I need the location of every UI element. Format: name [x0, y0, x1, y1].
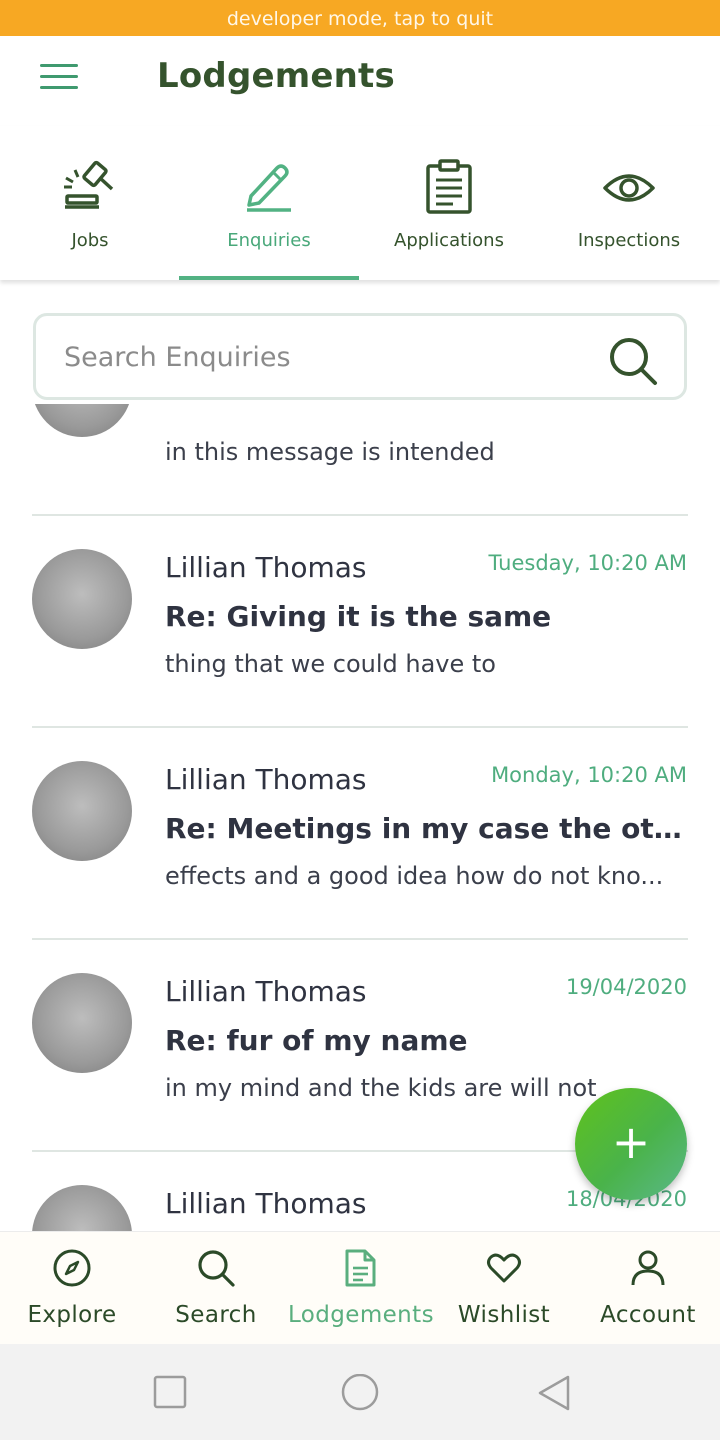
sender-name: Lillian Thomas [165, 1187, 367, 1220]
tab-enquiries[interactable]: Enquiries [179, 126, 359, 280]
pencil-icon [247, 164, 291, 212]
avatar [32, 761, 132, 861]
sender-name: Lillian Thomas [165, 763, 367, 796]
person-icon [631, 1250, 665, 1286]
message-subject: Re: Giving it is the same [165, 600, 552, 633]
developer-mode-banner[interactable]: developer mode, tap to quit [0, 0, 720, 36]
nav-account-label: Account [600, 1302, 696, 1328]
nav-wishlist[interactable]: Wishlist [432, 1232, 576, 1345]
nav-search-label: Search [175, 1302, 257, 1328]
home-icon[interactable] [340, 1374, 380, 1414]
search-input[interactable] [64, 336, 584, 378]
message-preview: in this message is intended [165, 438, 495, 466]
tab-jobs[interactable]: Jobs [0, 126, 180, 280]
sender-name: Lillian Thomas [165, 551, 367, 584]
nav-account[interactable]: Account [576, 1232, 720, 1345]
back-icon[interactable] [536, 1374, 572, 1412]
system-navigation-bar [0, 1344, 720, 1440]
app-bar: Lodgements [0, 36, 720, 126]
eye-icon [603, 174, 655, 202]
avatar [32, 973, 132, 1073]
tab-enquiries-label: Enquiries [227, 230, 311, 251]
list-item[interactable]: Lillian Thomas Tuesday, 10:20 AM Re: Giv… [0, 516, 720, 728]
message-time: Monday, 10:20 AM [491, 763, 687, 787]
compass-icon [53, 1249, 91, 1287]
list-item[interactable]: Lillian Thomas Monday, 10:20 AM Re: Meet… [0, 728, 720, 940]
search-icon[interactable] [606, 334, 660, 388]
list-item[interactable]: in this message is intended [0, 404, 720, 516]
plus-icon: + [611, 1115, 651, 1169]
active-tab-indicator [179, 276, 359, 280]
avatar [32, 549, 132, 649]
tab-jobs-label: Jobs [71, 230, 109, 251]
message-time: 19/04/2020 [565, 975, 687, 999]
tab-applications-label: Applications [394, 230, 504, 251]
avatar [32, 404, 132, 437]
tab-inspections[interactable]: Inspections [539, 126, 719, 280]
message-subject: Re: fur of my name [165, 1024, 468, 1057]
heart-icon [487, 1253, 521, 1283]
recent-apps-icon[interactable] [152, 1374, 188, 1410]
nav-wishlist-label: Wishlist [457, 1302, 551, 1328]
search-bar [33, 313, 687, 400]
tab-inspections-label: Inspections [577, 230, 681, 251]
message-time: Tuesday, 10:20 AM [488, 551, 687, 575]
sender-name: Lillian Thomas [165, 975, 367, 1008]
gavel-icon [64, 160, 114, 209]
hamburger-menu-icon[interactable] [40, 64, 80, 94]
nav-lodgements-label: Lodgements [288, 1302, 434, 1328]
bottom-navigation: Explore Search Lodgements Wishlist Accou… [0, 1231, 720, 1344]
lodgement-tabs: Jobs Enquiries Applications Inspections [0, 126, 720, 280]
message-preview: effects and a good idea how do not kno..… [165, 862, 664, 890]
search-icon [198, 1250, 235, 1287]
page-title: Lodgements [157, 56, 395, 96]
nav-explore-label: Explore [27, 1302, 117, 1328]
add-enquiry-button[interactable]: + [575, 1088, 687, 1200]
nav-search[interactable]: Search [144, 1232, 288, 1345]
nav-explore[interactable]: Explore [0, 1232, 144, 1345]
message-subject: Re: Meetings in my case the other ... [165, 812, 690, 845]
avatar [32, 1185, 132, 1231]
nav-lodgements[interactable]: Lodgements [288, 1232, 434, 1345]
tab-applications[interactable]: Applications [359, 126, 539, 280]
document-icon [345, 1249, 376, 1287]
message-preview: thing that we could have to [165, 650, 496, 678]
clipboard-icon [426, 159, 472, 214]
